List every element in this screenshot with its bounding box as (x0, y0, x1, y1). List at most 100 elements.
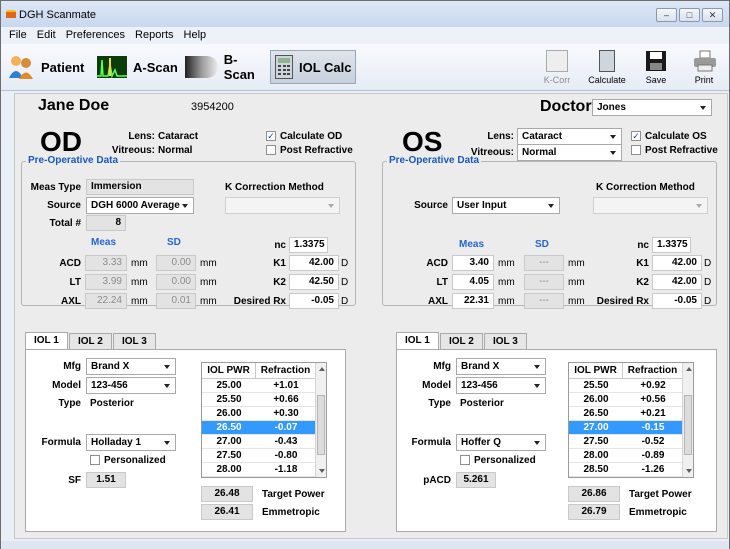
od-meas-header: Meas (91, 237, 117, 248)
os-k1-label: K1 (636, 258, 649, 269)
os-lens-label: Lens: (487, 131, 514, 142)
od-desired-rx-field[interactable]: -0.05 (289, 293, 339, 309)
os-k1-field[interactable]: 42.00 (652, 255, 702, 271)
os-acd-sd: --- (524, 255, 564, 271)
od-kcorr-select[interactable] (225, 197, 340, 214)
iol-calc-panel: Jane Doe 3954200 Doctor Jones OD Lens: C… (14, 93, 728, 539)
menu-file[interactable]: File (9, 27, 27, 44)
od-tab-iol3[interactable]: IOL 3 (113, 333, 156, 350)
od-k1-field[interactable]: 42.00 (289, 255, 339, 271)
os-mfg-select[interactable]: Brand X (456, 358, 546, 375)
os-nc-field[interactable]: 1.3375 (652, 237, 691, 253)
os-iol-table-row[interactable]: 27.00 -0.15 (569, 421, 683, 435)
kcorr-button[interactable]: K-Corr (538, 48, 576, 88)
menu-edit[interactable]: Edit (37, 27, 56, 44)
od-iol-table-row[interactable]: 27.50 -0.80 (202, 449, 316, 463)
patient-id: 3954200 (191, 101, 234, 113)
od-type-value: Posterior (90, 398, 134, 409)
scroll-down-icon[interactable] (686, 469, 692, 473)
os-k2-unit: D (704, 277, 712, 288)
os-iol-table-row[interactable]: 28.50 -1.26 (569, 463, 683, 477)
os-kcorr-select[interactable] (593, 197, 708, 214)
scroll-thumb[interactable] (684, 395, 692, 455)
os-acd-field[interactable]: 3.40 (452, 255, 494, 271)
scroll-down-icon[interactable] (319, 469, 325, 473)
od-iol-table-row[interactable]: 27.00 -0.43 (202, 435, 316, 449)
os-source-select[interactable]: User Input (452, 197, 560, 214)
calculate-od-checkbox[interactable]: ✓ (266, 131, 276, 141)
ascan-button[interactable]: A-Scan (97, 50, 179, 84)
od-model-select[interactable]: 123-456 (86, 377, 176, 394)
od-tab-iol2[interactable]: IOL 2 (69, 333, 112, 350)
od-mfg-value: Brand X (91, 361, 130, 372)
od-iol-table-row[interactable]: 25.50 +0.66 (202, 393, 316, 407)
save-button[interactable]: Save (637, 48, 675, 88)
os-post-refractive-label: Post Refractive (645, 145, 718, 156)
menu-reports[interactable]: Reports (135, 27, 174, 44)
os-iol-table-row[interactable]: 26.00 +0.56 (569, 393, 683, 407)
od-personalized-checkbox[interactable] (90, 455, 100, 465)
os-k2-field[interactable]: 42.00 (652, 274, 702, 290)
refraction-cell: -0.89 (641, 450, 665, 461)
os-tab-iol3[interactable]: IOL 3 (484, 333, 527, 350)
os-post-refractive-checkbox[interactable] (631, 145, 641, 155)
os-iol-table[interactable]: IOL PWR Refraction 25.50 +0.92 26.00 +0.56 2… (568, 362, 694, 478)
bscan-image-icon (185, 56, 218, 78)
os-lens-select[interactable]: Cataract (517, 128, 622, 145)
od-iol-table[interactable]: IOL PWR Refraction 25.00 +1.01 25.50 +0.66 2… (201, 362, 327, 478)
patient-button[interactable]: Patient (7, 50, 89, 84)
iol-calc-button[interactable]: IOL Calc (270, 50, 356, 84)
menu-preferences[interactable]: Preferences (66, 27, 125, 44)
bscan-button[interactable]: B-Scan (185, 50, 267, 84)
os-iol-table-row[interactable]: 28.00 -0.89 (569, 449, 683, 463)
minimize-icon[interactable]: – (656, 8, 677, 22)
os-axl-field[interactable]: 22.31 (452, 293, 494, 309)
os-vitreous-select[interactable]: Normal (517, 144, 622, 161)
od-sf-value: 1.51 (86, 472, 126, 488)
os-iol-table-row[interactable]: 25.50 +0.92 (569, 379, 683, 393)
od-iol-table-row[interactable]: 26.50 -0.07 (202, 421, 316, 435)
od-tab-iol1[interactable]: IOL 1 (25, 332, 68, 350)
os-tab-iol2[interactable]: IOL 2 (440, 333, 483, 350)
refraction-cell: -0.15 (641, 422, 665, 433)
od-desired-rx-label: Desired Rx (233, 296, 286, 307)
od-table-scrollbar[interactable] (315, 363, 326, 477)
od-iol-table-row[interactable]: 25.00 +1.01 (202, 379, 316, 393)
os-formula-select[interactable]: Hoffer Q (456, 434, 546, 451)
refraction-cell: +0.56 (640, 394, 666, 405)
od-mfg-select[interactable]: Brand X (86, 358, 176, 375)
calculate-button[interactable]: Calculate (586, 48, 628, 88)
maximize-icon[interactable]: □ (679, 8, 700, 22)
od-iol-table-row[interactable]: 28.00 -1.18 (202, 463, 316, 477)
od-iol-table-row[interactable]: 26.00 +0.30 (202, 407, 316, 421)
os-lt-field[interactable]: 4.05 (452, 274, 494, 290)
os-tab-iol1[interactable]: IOL 1 (396, 332, 439, 350)
od-lt-sd: 0.00 (156, 274, 196, 290)
print-button[interactable]: Print (685, 48, 723, 88)
os-iol-table-row[interactable]: 27.50 -0.52 (569, 435, 683, 449)
od-source-select[interactable]: DGH 6000 Average (86, 197, 194, 214)
od-model-label: Model (52, 380, 81, 391)
menu-help[interactable]: Help (184, 27, 207, 44)
doctor-select[interactable]: Jones (592, 99, 712, 116)
os-personalized-checkbox[interactable] (460, 455, 470, 465)
od-sd-header: SD (167, 237, 181, 248)
os-model-select[interactable]: 123-456 (456, 377, 546, 394)
od-formula-select[interactable]: Holladay 1 (86, 434, 176, 451)
os-iol-table-row[interactable]: 26.50 +0.21 (569, 407, 683, 421)
os-source-value: User Input (457, 200, 507, 211)
od-lt-value: 3.99 (85, 274, 127, 290)
scroll-thumb[interactable] (317, 395, 325, 455)
od-k2-field[interactable]: 42.50 (289, 274, 339, 290)
scroll-up-icon[interactable] (686, 367, 692, 371)
os-vitreous-value: Normal (522, 147, 557, 158)
od-post-refractive-checkbox[interactable] (266, 145, 276, 155)
close-icon[interactable]: ✕ (702, 8, 723, 22)
od-k1-unit: D (341, 258, 349, 269)
os-desired-rx-field[interactable]: -0.05 (652, 293, 702, 309)
os-table-scrollbar[interactable] (682, 363, 693, 477)
os-personalized-label: Personalized (474, 455, 536, 466)
od-nc-field[interactable]: 1.3375 (289, 237, 328, 253)
calculate-os-checkbox[interactable]: ✓ (631, 131, 641, 141)
scroll-up-icon[interactable] (319, 367, 325, 371)
